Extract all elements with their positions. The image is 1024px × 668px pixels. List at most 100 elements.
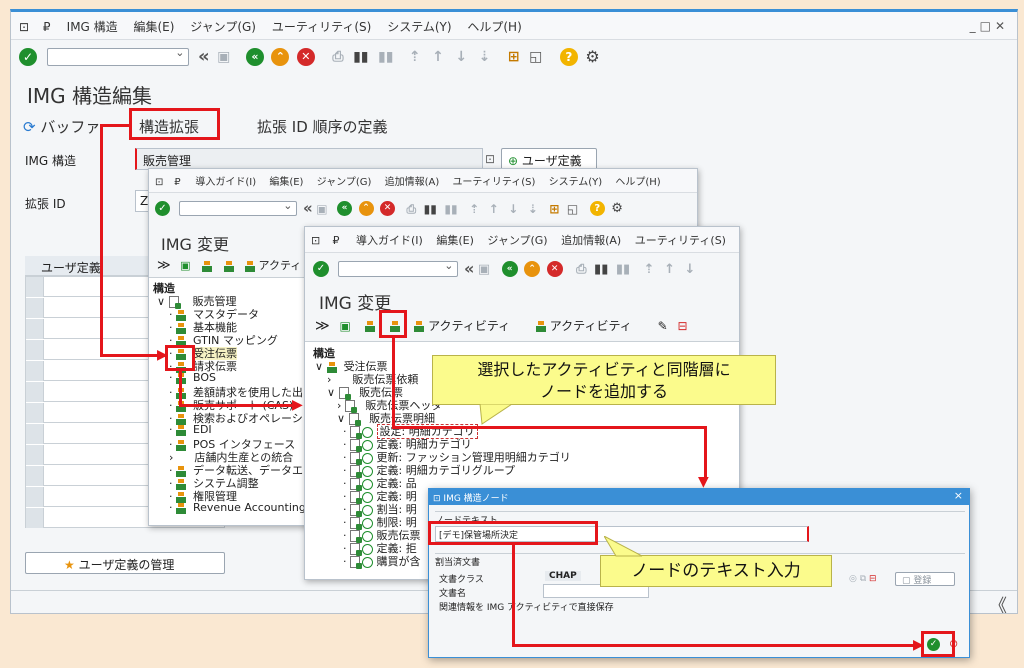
back-icon[interactable]: « — [245, 48, 264, 66]
settings-icon[interactable]: ⚙ — [611, 202, 623, 215]
command-field[interactable] — [178, 199, 297, 216]
print-icon[interactable]: ⎙ — [332, 50, 343, 64]
menu-edit[interactable]: 編集(E) — [269, 173, 303, 188]
tree-node[interactable]: · 購買が含 — [343, 553, 421, 569]
add-same-level-icon[interactable] — [202, 260, 213, 272]
find-icon[interactable]: ▮▮ — [424, 203, 437, 215]
window-icon[interactable]: ⊡ — [311, 234, 329, 247]
add-sub-level-icon[interactable] — [364, 321, 375, 332]
expand-icon[interactable]: ≫ — [157, 258, 171, 273]
menu-jump[interactable]: ジャンプ(G) — [190, 18, 256, 35]
register-button[interactable]: ▢ 登録 — [895, 572, 955, 586]
new-session-icon[interactable]: ⊞ — [549, 203, 559, 215]
save-icon[interactable]: ▣ — [478, 263, 490, 276]
first-page-icon[interactable]: ⇡ — [469, 203, 479, 215]
img-structure-field[interactable]: 販売管理 — [135, 148, 483, 170]
exit-icon[interactable]: ⌃ — [358, 201, 374, 216]
menu-help[interactable]: ヘルプ(H) — [615, 173, 660, 188]
tab-extension-id-order[interactable]: 拡張 ID 順序の定義 — [257, 116, 388, 137]
exit-icon[interactable]: ⌃ — [524, 261, 541, 277]
maximize-button[interactable]: □ — [980, 19, 995, 33]
prev-page-icon[interactable]: ↑ — [432, 50, 444, 64]
command-field[interactable] — [46, 46, 189, 66]
menu-additional-info[interactable]: 追加情報(A) — [561, 232, 621, 248]
menu-system[interactable]: システム(Y) — [387, 18, 451, 35]
copy-icon[interactable]: ⧉ — [860, 574, 866, 584]
last-page-icon[interactable]: ⇣ — [479, 50, 491, 64]
find-icon[interactable]: ▮▮ — [353, 50, 368, 64]
menu-utilities[interactable]: ユーティリティ(S) — [635, 232, 726, 248]
enter-icon[interactable]: ✓ — [313, 261, 329, 277]
edit-icon[interactable]: ✎ — [658, 319, 668, 333]
shortcut-icon[interactable]: ◱ — [567, 203, 578, 215]
activity-icon[interactable] — [414, 321, 425, 332]
tree-node[interactable]: · Revenue Accounting — [169, 501, 306, 514]
print-icon[interactable]: ⎙ — [407, 203, 417, 215]
back-icon[interactable]: « — [501, 261, 518, 277]
settings-icon[interactable]: ⚙ — [585, 49, 599, 65]
menu-edit[interactable]: 編集(E) — [134, 18, 175, 35]
menu-utilities[interactable]: ユーティリティ(S) — [452, 173, 535, 188]
find-next-icon[interactable]: ▮▮ — [378, 50, 393, 64]
minimize-button[interactable]: _ — [970, 19, 980, 33]
menu-implementation-guide[interactable]: 導入ガイド(I) — [195, 173, 256, 188]
next-page-icon[interactable]: ↓ — [455, 50, 467, 64]
cancel-icon[interactable]: ✕ — [546, 261, 563, 277]
window-icon[interactable]: ⊡ — [19, 20, 39, 34]
enter-icon[interactable]: ✓ — [155, 201, 170, 216]
tab-buffer[interactable]: ⟳ バッファ — [23, 116, 100, 137]
next-page-icon[interactable]: ↓ — [508, 203, 518, 215]
new-session-icon[interactable]: ⊞ — [508, 50, 520, 64]
activity-label[interactable]: アクティ — [259, 259, 302, 272]
first-page-icon[interactable]: ⇡ — [409, 50, 421, 64]
status-collapse-icon[interactable]: 《 — [989, 592, 1007, 613]
activity-label-2[interactable]: アクティビティ — [550, 319, 632, 333]
prev-page-icon[interactable]: ↑ — [664, 263, 675, 276]
activity-icon-2[interactable] — [535, 321, 546, 332]
tree-node[interactable]: · EDI — [169, 423, 212, 436]
find-next-icon[interactable]: ▮▮ — [444, 203, 457, 215]
menu-additional-info[interactable]: 追加情報(A) — [385, 173, 440, 188]
menu-edit[interactable]: 編集(E) — [436, 232, 474, 248]
save-icon[interactable]: ▣ — [316, 203, 327, 215]
save-icon[interactable]: ▣ — [217, 50, 230, 64]
menu-help[interactable]: ヘルプ(H) — [467, 18, 521, 35]
window-icon[interactable]: ⊡ — [155, 177, 171, 188]
shortcut-icon[interactable]: ◱ — [529, 50, 542, 64]
p-icon[interactable]: ₽ — [333, 234, 353, 247]
delete-doc-icon[interactable]: ⊟ — [869, 574, 877, 584]
structure-icon[interactable]: ▣ — [180, 259, 190, 272]
structure-icon[interactable]: ▣ — [339, 319, 350, 333]
first-page-icon[interactable]: ⇡ — [644, 263, 655, 276]
display-icon[interactable]: ◎ — [849, 574, 857, 584]
p-icon[interactable]: ₽ — [174, 177, 192, 188]
cancel-icon[interactable]: ✕ — [380, 201, 396, 216]
help-icon[interactable]: ? — [589, 201, 605, 216]
p-icon[interactable]: ₽ — [43, 20, 63, 34]
prev-page-icon[interactable]: ↑ — [489, 203, 499, 215]
activity-icon[interactable] — [245, 260, 256, 272]
find-icon[interactable]: ▮▮ — [594, 263, 608, 276]
collapse-icon[interactable]: « — [198, 48, 210, 66]
last-page-icon[interactable]: ⇣ — [528, 203, 538, 215]
menu-jump[interactable]: ジャンプ(G) — [317, 173, 372, 188]
command-field[interactable] — [337, 259, 458, 277]
tree-node[interactable]: · BOS — [169, 371, 216, 384]
help-icon[interactable]: ? — [559, 48, 578, 66]
exit-icon[interactable]: ⌃ — [271, 48, 290, 66]
menu-jump[interactable]: ジャンプ(G) — [487, 232, 547, 248]
close-button[interactable]: ✕ — [995, 19, 1009, 33]
enter-icon[interactable]: ✓ — [19, 48, 37, 66]
manage-user-def-button[interactable]: ★ ユーザ定義の管理 — [25, 552, 225, 574]
menu-implementation-guide[interactable]: 導入ガイド(I) — [356, 232, 423, 248]
expand-icon[interactable]: ≫ — [315, 318, 330, 334]
print-icon[interactable]: ⎙ — [576, 263, 586, 276]
collapse-icon[interactable]: « — [303, 201, 313, 216]
add-sub-level-icon[interactable] — [223, 260, 234, 272]
cancel-icon[interactable]: ✕ — [296, 48, 315, 66]
menu-img-structure[interactable]: IMG 構造 — [67, 18, 118, 35]
user-definition-button[interactable]: ⊕ ユーザ定義 — [501, 148, 597, 170]
back-icon[interactable]: « — [337, 201, 353, 216]
next-page-icon[interactable]: ↓ — [684, 263, 695, 276]
menu-utilities[interactable]: ユーティリティ(S) — [272, 18, 372, 35]
